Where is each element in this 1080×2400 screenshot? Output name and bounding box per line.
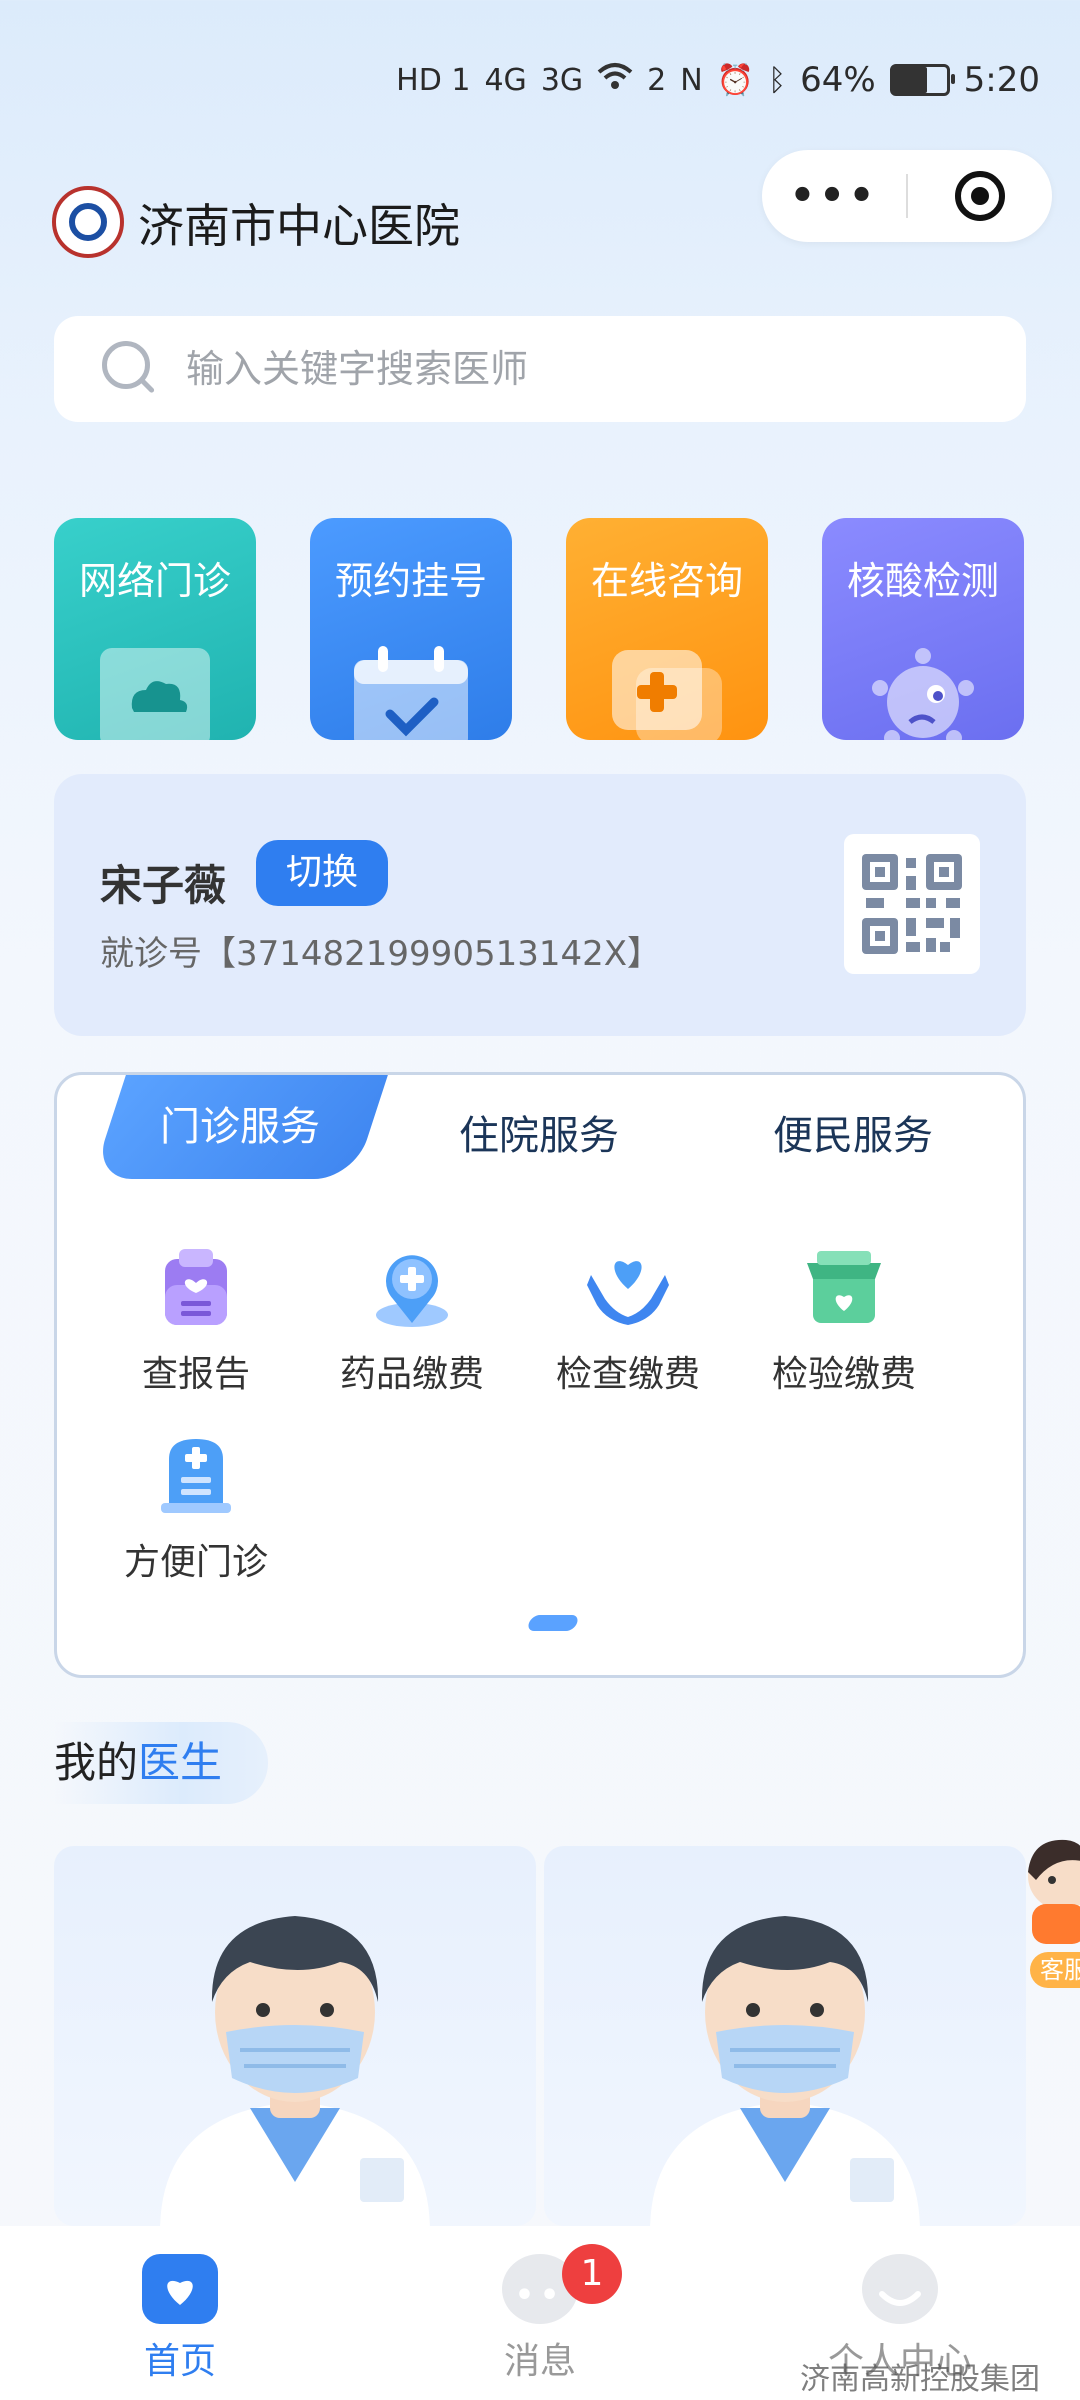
mini-program-capsule: ••• [762, 150, 1052, 242]
nav-label: 首页 [143, 2341, 216, 2382]
virus-icon [872, 648, 974, 740]
bottom-nav: 首页 •• 消息 1 个人中心 济南高新控股集团 [0, 2226, 1080, 2400]
watermark: 济南高新控股集团 [800, 2362, 1040, 2397]
alarm-icon: ⏰ [716, 62, 755, 98]
patient-card: 宋子薇 切换 就诊号【37148219990513142X】 [54, 774, 1026, 1036]
tab-inpatient[interactable]: 住院服务 [459, 1103, 619, 1161]
doctor-card[interactable] [544, 1846, 1026, 2226]
target-icon [954, 171, 1005, 221]
page-title: 济南市中心医院 [138, 199, 460, 253]
hospital-logo [52, 186, 124, 258]
service-panel: 门诊服务 住院服务 便民服务 查报告 药品缴费 检查缴费 检验缴费 方便门诊 [54, 1072, 1026, 1678]
status-time: 5:20 [963, 60, 1040, 100]
doctor-card[interactable] [54, 1846, 536, 2226]
tab-outpatient[interactable]: 门诊服务 [92, 1075, 388, 1179]
heading-prefix: 我的 [54, 1738, 139, 1787]
tab-label: 门诊服务 [160, 1104, 320, 1150]
page-indicator [526, 1615, 580, 1631]
close-target-button[interactable] [908, 171, 1052, 221]
service-item-lab-pay[interactable]: 检验缴费 [739, 1241, 949, 1397]
wifi-icon [597, 62, 633, 98]
qr-code-icon [862, 854, 962, 954]
switch-patient-button[interactable]: 切换 [256, 840, 389, 906]
tile-label: 核酸检测 [846, 559, 999, 603]
medicine-pay-icon [376, 1255, 448, 1327]
service-item-medicine-pay[interactable]: 药品缴费 [307, 1241, 517, 1397]
profile-icon [862, 2254, 938, 2324]
search-input[interactable] [184, 346, 948, 392]
service-item-clinic[interactable]: 方便门诊 [91, 1429, 301, 1585]
hotspot-icon: 2 [647, 62, 667, 98]
customer-service-button[interactable]: 客服 [1016, 1832, 1080, 1992]
tile-label: 网络门诊 [78, 559, 231, 603]
tile-online-clinic[interactable]: 网络门诊 [54, 518, 256, 740]
bluetooth-icon: ᛒ [768, 62, 787, 98]
search-icon [102, 341, 158, 397]
calendar-check-icon [354, 646, 468, 740]
service-item-label: 检验缴费 [771, 1354, 916, 1395]
service-item-report[interactable]: 查报告 [91, 1241, 301, 1397]
tile-online-consult[interactable]: 在线咨询 [566, 518, 768, 740]
home-heart-icon [142, 2254, 218, 2324]
customer-service-label: 客服 [1030, 1952, 1080, 1988]
service-item-label: 方便门诊 [123, 1542, 268, 1583]
report-icon [165, 1249, 227, 1325]
more-dots-icon[interactable]: ••• [762, 173, 906, 219]
heart-hands-icon [587, 1261, 669, 1325]
service-item-exam-pay[interactable]: 检查缴费 [523, 1241, 733, 1397]
message-badge: 1 [562, 2244, 622, 2304]
nav-label: 消息 [503, 2341, 576, 2382]
service-item-label: 检查缴费 [555, 1354, 700, 1395]
tile-label: 预约挂号 [334, 559, 487, 603]
battery-icon [889, 64, 955, 96]
battery-percent: 64% [800, 60, 876, 100]
service-item-label: 查报告 [141, 1354, 250, 1395]
tile-appointment[interactable]: 预约挂号 [310, 518, 512, 740]
tile-nucleic-test[interactable]: 核酸检测 [822, 518, 1024, 740]
signal-4g-icon: 4G [484, 62, 527, 98]
doctor-avatar-icon [650, 1916, 920, 2226]
status-bar: HD 1 4G 3G 2 N ⏰ ᛒ 64% 5:20 [280, 58, 1040, 102]
search-bar[interactable] [54, 316, 1026, 422]
heading-highlight: 医生 [138, 1738, 223, 1787]
cloud-icon [100, 648, 210, 740]
visit-number: 就诊号【37148219990513142X】 [100, 934, 662, 974]
service-item-label: 药品缴费 [339, 1354, 484, 1395]
doctor-avatar-icon [160, 1916, 430, 2226]
signal-3g-icon: 3G [540, 62, 584, 98]
patient-name: 宋子薇 [100, 861, 227, 910]
tab-convenience[interactable]: 便民服务 [773, 1103, 933, 1161]
nav-home[interactable]: 首页 [80, 2254, 280, 2384]
chat-plus-icon [612, 650, 722, 740]
clinic-icon [161, 1439, 231, 1513]
lab-box-icon [807, 1251, 881, 1323]
tile-label: 在线咨询 [590, 559, 743, 603]
qr-code-button[interactable] [844, 834, 980, 974]
hd-indicator: HD 1 [396, 62, 471, 98]
my-doctors-heading: 我的医生 [54, 1722, 269, 1804]
nfc-icon: N [680, 62, 703, 98]
